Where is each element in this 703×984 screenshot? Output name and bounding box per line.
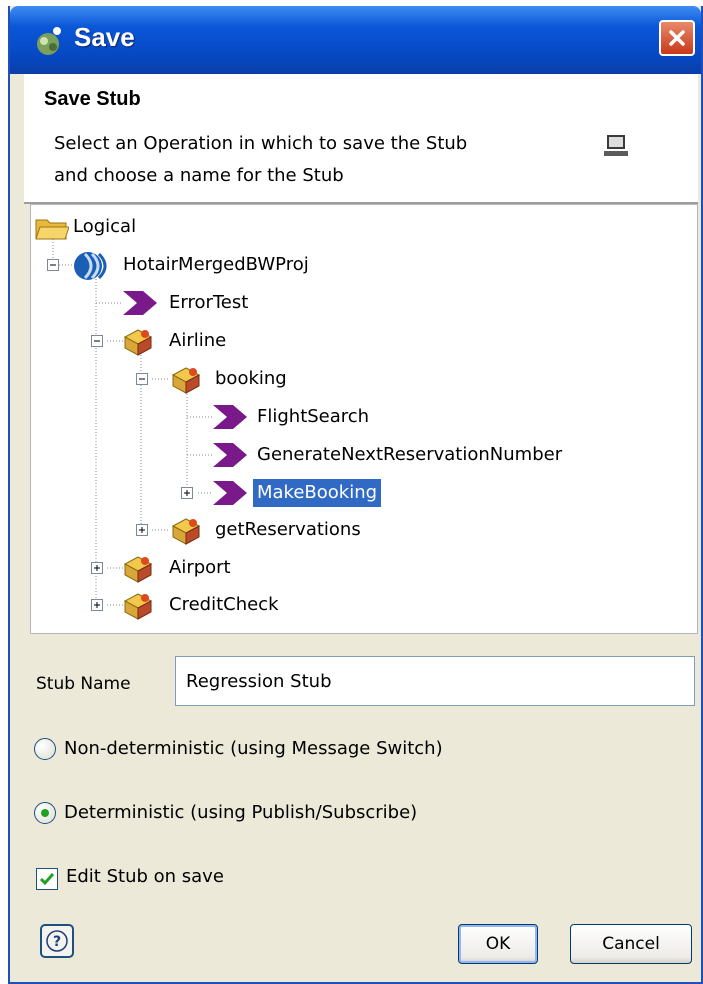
tree-node-creditcheck[interactable]: CreditCheck <box>169 591 279 619</box>
deterministic-label[interactable]: Deterministic (using Publish/Subscribe) <box>64 802 417 823</box>
nondeterministic-radio[interactable] <box>34 738 56 760</box>
cancel-button[interactable]: Cancel <box>570 924 692 964</box>
collapse-toggle-icon[interactable] <box>47 259 59 271</box>
deterministic-radio[interactable] <box>34 802 56 824</box>
tree-node-airport[interactable]: Airport <box>169 554 231 582</box>
folder-icon <box>35 219 69 240</box>
expand-toggle-icon[interactable] <box>91 562 103 574</box>
package-icon <box>123 329 153 356</box>
computer-icon <box>604 135 628 156</box>
package-icon <box>171 518 201 545</box>
expand-toggle-icon[interactable] <box>181 487 193 499</box>
tree-node-errortest[interactable]: ErrorTest <box>169 289 248 317</box>
header-line-1: Select an Operation in which to save the… <box>54 133 468 154</box>
close-icon <box>669 30 685 46</box>
edit-on-save-label[interactable]: Edit Stub on save <box>66 866 224 887</box>
expand-toggle-icon[interactable] <box>136 524 148 536</box>
package-icon <box>171 367 201 394</box>
collapse-toggle-icon[interactable] <box>91 335 103 347</box>
title-bar[interactable]: Save <box>10 6 701 74</box>
tree-node-flightsearch[interactable]: FlightSearch <box>257 403 369 431</box>
stub-name-label: Stub Name <box>36 674 131 694</box>
ok-button[interactable]: OK <box>458 924 538 964</box>
header-line-2: and choose a name for the Stub <box>54 165 344 186</box>
tree-node-booking[interactable]: booking <box>215 365 287 393</box>
operation-icon <box>213 481 247 505</box>
operation-icon <box>213 405 247 429</box>
header-description: Select an Operation in which to save the… <box>54 128 614 192</box>
header-panel: Save Stub Select an Operation in which t… <box>24 74 698 204</box>
app-icon <box>37 27 61 55</box>
operation-icon <box>123 291 157 315</box>
tree-node-project[interactable]: HotairMergedBWProj <box>123 251 309 279</box>
project-icon <box>74 252 107 280</box>
tree-node-generatenextreservationnumber[interactable]: GenerateNextReservationNumber <box>257 441 562 469</box>
package-icon <box>123 593 153 620</box>
package-icon <box>123 556 153 583</box>
header-title: Save Stub <box>44 88 141 110</box>
operation-icon <box>213 443 247 467</box>
tree-node-makebooking[interactable]: MakeBooking <box>253 479 382 507</box>
checkmark-icon <box>39 873 55 886</box>
help-icon: ? <box>46 930 68 952</box>
collapse-toggle-icon[interactable] <box>136 373 148 385</box>
save-dialog: Save Save Stub Select an Operation in wh… <box>8 6 703 984</box>
nondeterministic-label[interactable]: Non-deterministic (using Message Switch) <box>64 738 443 759</box>
tree-node-getreservations[interactable]: getReservations <box>215 516 361 544</box>
tree-node-airline[interactable]: Airline <box>169 327 226 355</box>
operation-tree[interactable]: Logical HotairMergedBWProj ErrorTest Air… <box>30 204 698 634</box>
svg-text:?: ? <box>53 934 61 950</box>
close-button[interactable] <box>659 20 695 56</box>
expand-toggle-icon[interactable] <box>91 599 103 611</box>
window-title: Save <box>74 22 135 52</box>
help-button[interactable]: ? <box>40 924 74 958</box>
radio-selected-dot <box>41 809 49 817</box>
stub-name-input[interactable] <box>175 656 695 706</box>
tree-node-logical[interactable]: Logical <box>73 213 136 241</box>
edit-on-save-checkbox[interactable] <box>36 868 58 890</box>
